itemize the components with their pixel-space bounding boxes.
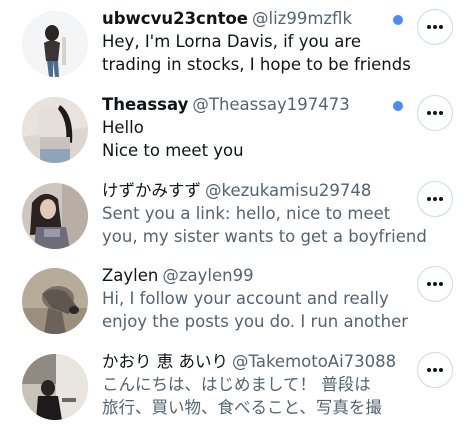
avatar[interactable]: [22, 97, 88, 163]
more-horizontal-icon: [427, 282, 443, 286]
avatar[interactable]: [22, 11, 88, 77]
more-options-button[interactable]: [417, 181, 453, 217]
message-preview-line: こんにちは、はじめまして！ 普段は: [102, 375, 371, 394]
sender-handle: @TakemotoAi73088: [232, 352, 397, 371]
avatar[interactable]: [22, 354, 88, 420]
sender-handle: @zaylen99: [162, 266, 254, 285]
conversation-row[interactable]: Theassay @Theassay197473 Hello Nice to me…: [0, 86, 474, 172]
avatar[interactable]: [22, 183, 88, 249]
sender-handle: @kezukamisu29748: [205, 181, 372, 200]
message-preview-line: you, my sister wants to get a boyfriend: [102, 227, 427, 246]
more-horizontal-icon: [427, 25, 443, 29]
sender-name: けずかみすず: [102, 181, 201, 200]
more-options-button[interactable]: [417, 352, 453, 388]
message-preview-line: trading in stocks, I hope to be friends: [102, 55, 411, 74]
message-preview-line: 旅行、買い物、食べること、写真を撮: [102, 398, 382, 417]
more-horizontal-icon: [427, 111, 443, 115]
sender-name: ubwcvu23cntoe: [102, 9, 248, 28]
conversation-row[interactable]: けずかみすず @kezukamisu29748 Sent you a link: …: [0, 172, 474, 258]
conversation-header: Theassay @Theassay197473: [102, 94, 407, 116]
more-horizontal-icon: [427, 368, 443, 372]
sender-name: Zaylen: [102, 266, 159, 285]
conversation-row[interactable]: かおり 恵 あいり @TakemotoAi73088 こんにちは、はじめまして！ …: [0, 343, 474, 429]
conversation-content: Zaylen @zaylen99 Hi, I follow your accoun…: [102, 265, 409, 333]
conversation-content: かおり 恵 あいり @TakemotoAi73088 こんにちは、はじめまして！ …: [102, 351, 407, 419]
more-options-button[interactable]: [417, 266, 453, 302]
conversation-content: ubwcvu23cntoe @liz99mzflk Hey, I'm Lorna …: [102, 8, 411, 76]
conversation-header: Zaylen @zaylen99: [102, 265, 407, 287]
conversation-list: ubwcvu23cntoe @liz99mzflk Hey, I'm Lorna …: [0, 0, 474, 427]
more-options-button[interactable]: [417, 95, 453, 131]
conversation-content: Theassay @Theassay197473 Hello Nice to me…: [102, 94, 407, 162]
unread-indicator: [393, 101, 403, 111]
message-preview-line: enjoy the posts you do. I run another: [102, 312, 409, 331]
message-preview-line: Hey, I'm Lorna Davis, if you are: [102, 32, 361, 51]
unread-indicator: [393, 15, 403, 25]
sender-name: かおり 恵 あいり: [102, 352, 228, 371]
more-options-button[interactable]: [417, 9, 453, 45]
message-preview-line: Hello: [102, 118, 144, 137]
conversation-row[interactable]: Zaylen @zaylen99 Hi, I follow your accoun…: [0, 257, 474, 343]
conversation-row[interactable]: ubwcvu23cntoe @liz99mzflk Hey, I'm Lorna …: [0, 0, 474, 86]
sender-handle: @Theassay197473: [192, 95, 350, 114]
avatar[interactable]: [22, 268, 88, 334]
conversation-header: けずかみすず @kezukamisu29748: [102, 180, 407, 202]
message-preview-line: Nice to meet you: [102, 141, 244, 160]
sender-handle: @liz99mzflk: [252, 9, 353, 28]
message-preview-line: Sent you a link: hello, nice to meet: [102, 204, 391, 223]
conversation-header: ubwcvu23cntoe @liz99mzflk: [102, 8, 407, 30]
sender-name: Theassay: [102, 95, 189, 114]
conversation-header: かおり 恵 あいり @TakemotoAi73088: [102, 351, 407, 373]
message-preview-line: Hi, I follow your account and really: [102, 289, 389, 308]
more-horizontal-icon: [427, 197, 443, 201]
conversation-content: けずかみすず @kezukamisu29748 Sent you a link: …: [102, 180, 427, 248]
